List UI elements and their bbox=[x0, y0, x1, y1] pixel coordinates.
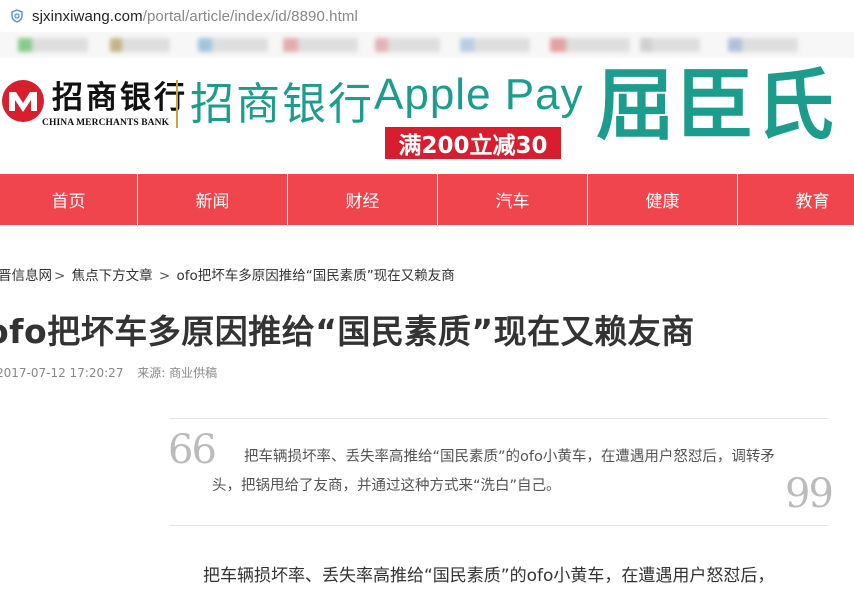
breadcrumb-current: ofo把坏车多原因推给“国民素质”现在又赖友商 bbox=[176, 268, 455, 284]
url-path: /portal/article/index/id/8890.html bbox=[142, 7, 358, 25]
quote-open-icon: 66 bbox=[168, 427, 217, 473]
article-meta: 2017-07-12 17:20:27 来源: 商业供稿 bbox=[0, 364, 217, 381]
bank-name-cn: 招商银行 bbox=[52, 80, 188, 116]
url-domain: sjxinxiwang.com bbox=[32, 7, 143, 25]
breadcrumb-separator: > bbox=[158, 268, 171, 284]
banner-divider bbox=[176, 80, 178, 128]
banner-ad[interactable]: 招商银行 CHINA MERCHANTS BANK 招商银行 Apple Pay… bbox=[0, 58, 854, 173]
bookmark-item[interactable] bbox=[375, 38, 440, 52]
bookmark-item[interactable] bbox=[198, 38, 268, 52]
breadcrumb-separator: > bbox=[54, 268, 66, 284]
main-nav: 首页 新闻 财经 汽车 健康 教育 bbox=[0, 174, 854, 225]
bookmark-item[interactable] bbox=[283, 38, 358, 52]
nav-education[interactable]: 教育 bbox=[738, 174, 854, 225]
bank-name-en: CHINA MERCHANTS BANK bbox=[42, 118, 170, 128]
ad-product-name: Apple Pay bbox=[374, 70, 584, 119]
breadcrumb-home[interactable]: 晋信息网 bbox=[0, 268, 52, 284]
nav-home[interactable]: 首页 bbox=[0, 174, 138, 225]
nav-finance[interactable]: 财经 bbox=[288, 174, 438, 225]
ad-store-name: 屈臣氏 bbox=[596, 61, 837, 151]
nav-health[interactable]: 健康 bbox=[588, 174, 738, 225]
address-bar[interactable]: sjxinxiwang.com/portal/article/index/id/… bbox=[0, 0, 854, 32]
url-text[interactable]: sjxinxiwang.com/portal/article/index/id/… bbox=[32, 8, 358, 25]
article-date: 2017-07-12 17:20:27 bbox=[0, 366, 124, 380]
breadcrumb: 晋信息网 > 焦点下方文章 > ofo把坏车多原因推给“国民素质”现在又赖友商 bbox=[0, 264, 455, 284]
bookmark-item[interactable] bbox=[18, 38, 88, 52]
bookmark-item[interactable] bbox=[550, 38, 630, 52]
bookmarks-bar bbox=[0, 32, 854, 58]
nav-auto[interactable]: 汽车 bbox=[438, 174, 588, 225]
quote-text: 把车辆损坏率、丢失率高推给“国民素质”的ofo小黄车，在遭遇用户怒怼后，调转矛头… bbox=[212, 449, 775, 494]
breadcrumb-category[interactable]: 焦点下方文章 bbox=[72, 268, 153, 284]
ad-bank-name: 招商银行 bbox=[190, 79, 374, 130]
article-paragraph: 把车辆损坏率、丢失率高推给“国民素质”的ofo小黄车，在遭遇用户怒怼后， bbox=[203, 566, 775, 586]
ad-promo-badge: 满200立减30 bbox=[385, 127, 561, 159]
bookmark-item[interactable] bbox=[460, 38, 530, 52]
bookmark-item[interactable] bbox=[728, 38, 798, 52]
nav-news[interactable]: 新闻 bbox=[138, 174, 288, 225]
cmb-logo-icon bbox=[2, 80, 44, 122]
bookmark-item[interactable] bbox=[110, 38, 170, 52]
bookmark-item[interactable] bbox=[640, 38, 700, 52]
article-source: 来源: 商业供稿 bbox=[137, 366, 218, 380]
article-title: ofo把坏车多原因推给“国民素质”现在又赖友商 bbox=[0, 312, 695, 351]
shield-icon bbox=[11, 9, 23, 23]
quote-close-icon: 99 bbox=[785, 471, 834, 517]
